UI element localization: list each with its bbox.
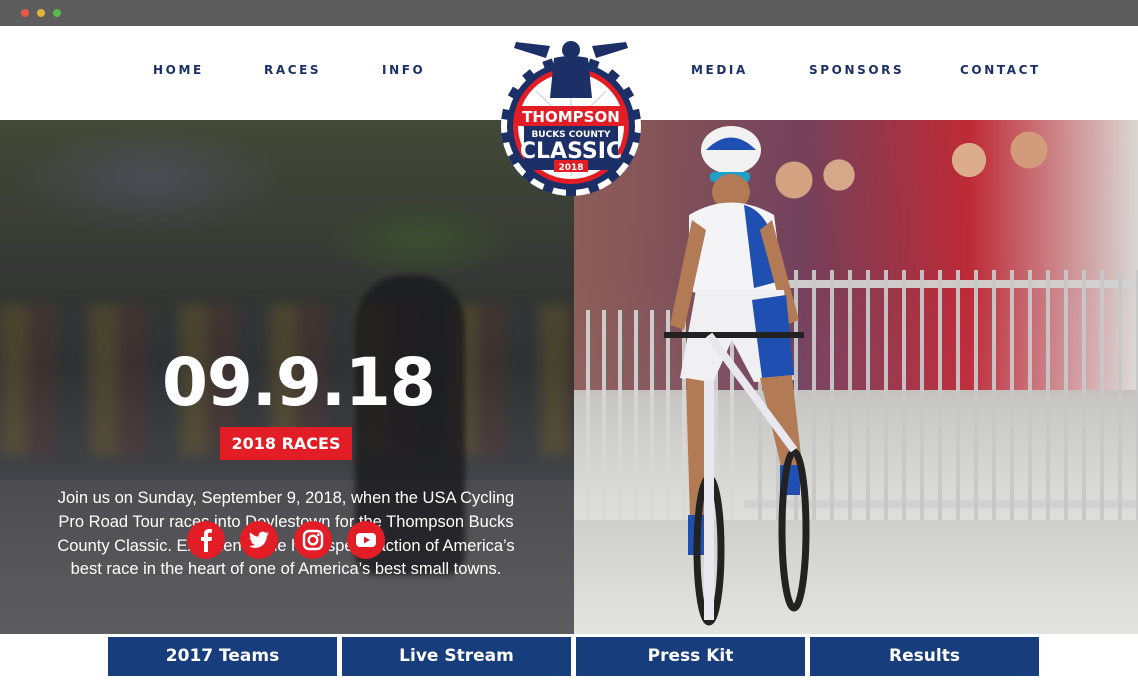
hero-intro-text: Join us on Sunday, September 9, 2018, wh… — [57, 489, 515, 579]
races-2018-button[interactable]: 2018 RACES — [220, 427, 352, 460]
youtube-icon[interactable] — [347, 521, 385, 559]
browser-titlebar — [0, 0, 1138, 26]
event-date: 09.9.18 — [162, 344, 436, 421]
live-stream-button[interactable]: Live Stream — [342, 637, 571, 676]
nav-info[interactable]: INFO — [382, 63, 425, 77]
cyclist-image — [664, 126, 810, 626]
nav-home[interactable]: HOME — [153, 63, 204, 77]
logo-line1: THOMPSON — [522, 108, 620, 126]
instagram-icon[interactable] — [294, 521, 332, 559]
nav-media[interactable]: MEDIA — [691, 63, 748, 77]
teams-2017-button[interactable]: 2017 Teams — [108, 637, 337, 676]
results-button[interactable]: Results — [810, 637, 1039, 676]
close-window-dot[interactable] — [21, 9, 29, 17]
nav-sponsors[interactable]: SPONSORS — [809, 63, 904, 77]
nav-contact[interactable]: CONTACT — [960, 63, 1041, 77]
maximize-window-dot[interactable] — [53, 9, 61, 17]
hero-photo-right — [574, 120, 1138, 634]
twitter-icon[interactable] — [240, 521, 278, 559]
facebook-icon[interactable] — [187, 521, 225, 559]
press-kit-button[interactable]: Press Kit — [576, 637, 805, 676]
thompson-classic-logo[interactable]: THOMPSON BUCKS COUNTY CLASSIC 2018 — [498, 36, 644, 200]
nav-races[interactable]: RACES — [264, 63, 321, 77]
logo-year: 2018 — [558, 163, 583, 173]
minimize-window-dot[interactable] — [37, 9, 45, 17]
